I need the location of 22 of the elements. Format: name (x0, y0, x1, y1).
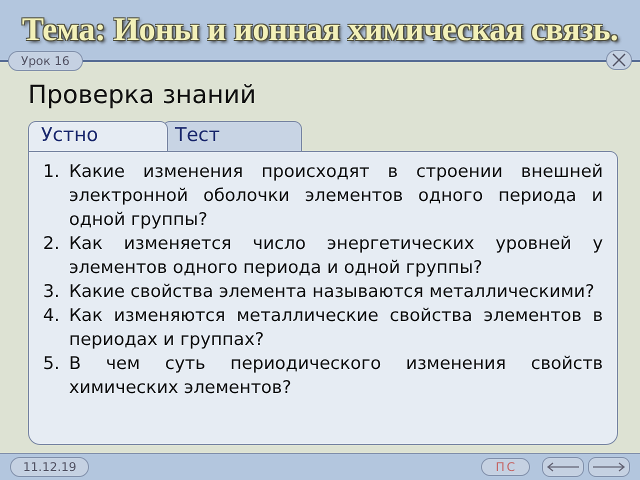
list-number: 5. (43, 353, 61, 376)
badge: П С (480, 458, 530, 476)
question-text: Какие изменения происходят в строении внешней электронной оболочки элементов одного периода и одной группы? (69, 161, 603, 232)
question-text: Как изменяется число энергетических уровней у элементов одного периода и одной группы? (69, 233, 603, 280)
left-arrow-icon (546, 462, 580, 472)
list-number: 2. (43, 233, 61, 256)
question-text: Какие свойства элемента называются металлическими? (69, 281, 596, 304)
tab[interactable]: Устно (28, 121, 168, 151)
right-arrow-icon (592, 462, 626, 472)
slide-heading: Проверка знаний (28, 80, 258, 109)
list-number: 1. (43, 161, 61, 184)
close-button[interactable] (606, 50, 632, 70)
slide-topic-title: Тема: Ионы и ионная химическая связь. (22, 12, 618, 48)
forward-button[interactable] (588, 457, 630, 477)
date-label: 11.12.19 (10, 457, 90, 477)
question-text: В чем суть периодического изменения свойств химических элементов? (69, 353, 603, 400)
back-button[interactable] (542, 457, 584, 477)
close-icon (612, 53, 626, 67)
list-number: 4. (43, 305, 61, 328)
list-number: 3. (43, 281, 61, 304)
lesson-label: Урок 16 (8, 51, 83, 71)
question-text: Как изменяются металлические свойства элементов в периодах и группах? (69, 305, 603, 352)
